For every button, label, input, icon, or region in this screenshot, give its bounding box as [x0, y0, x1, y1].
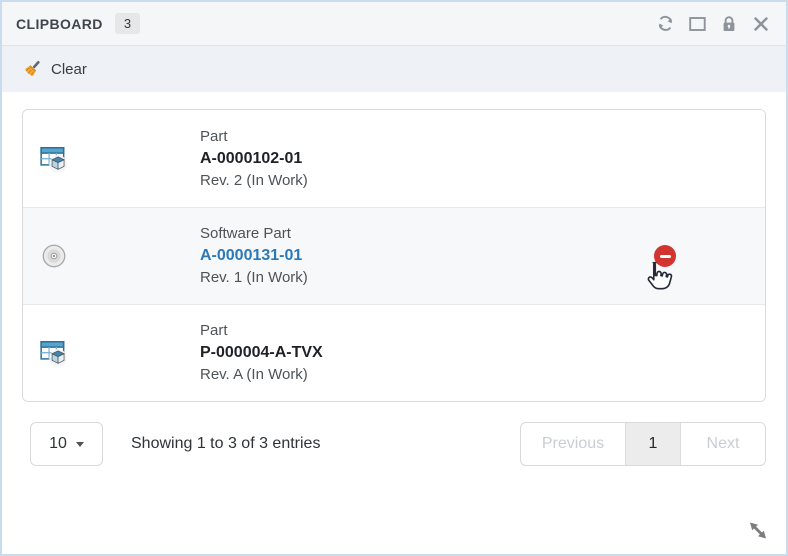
refresh-button[interactable] — [654, 13, 676, 35]
row-icon-cell — [23, 338, 200, 368]
row-text: Software Part A-0000131-01 Rev. 1 (In Wo… — [200, 223, 308, 289]
previous-page-button[interactable]: Previous — [521, 423, 625, 465]
broom-icon — [22, 59, 42, 80]
lock-icon — [721, 15, 737, 33]
popout-window-icon — [689, 16, 706, 32]
header-actions — [654, 13, 772, 35]
item-type-label: Part — [200, 126, 308, 148]
row-icon-cell — [23, 144, 200, 174]
close-button[interactable] — [750, 13, 772, 35]
part-icon — [39, 144, 69, 174]
entries-summary: Showing 1 to 3 of 3 entries — [131, 435, 320, 453]
remove-from-clipboard-icon — [660, 255, 671, 258]
row-icon-cell — [23, 241, 200, 271]
chevron-down-icon — [76, 442, 84, 447]
pagination: Previous 1 Next — [520, 422, 766, 466]
item-count-badge: 3 — [115, 13, 140, 34]
row-text: Part P-000004-A-TVX Rev. A (In Work) — [200, 320, 323, 386]
list-footer: 10 Showing 1 to 3 of 3 entries Previous … — [30, 422, 766, 466]
resize-diagonal-icon — [746, 518, 770, 542]
next-page-button[interactable]: Next — [681, 423, 765, 465]
page-size-select[interactable]: 10 — [30, 422, 103, 466]
panel-header: CLIPBOARD 3 — [2, 2, 786, 46]
item-number-link[interactable]: A-0000131-01 — [200, 245, 308, 267]
part-icon — [39, 338, 69, 368]
row-text: Part A-0000102-01 Rev. 2 (In Work) — [200, 126, 308, 192]
item-number: A-0000102-01 — [200, 148, 308, 170]
clear-button-label: Clear — [51, 61, 87, 78]
popout-window-button[interactable] — [686, 13, 708, 35]
item-revision: Rev. A (In Work) — [200, 364, 323, 386]
lock-button[interactable] — [718, 13, 740, 35]
clipboard-row-part-1[interactable]: Part A-0000102-01 Rev. 2 (In Work) — [23, 110, 765, 207]
item-type-label: Part — [200, 320, 323, 342]
clipboard-item-list: Part A-0000102-01 Rev. 2 (In Work) Softw… — [22, 109, 766, 402]
remove-from-clipboard-button[interactable] — [654, 245, 676, 267]
item-revision: Rev. 2 (In Work) — [200, 170, 308, 192]
clipboard-panel: CLIPBOARD 3 — [0, 0, 788, 556]
current-page-button[interactable]: 1 — [625, 423, 681, 465]
resize-handle[interactable] — [746, 518, 770, 547]
clipboard-toolbar: Clear — [2, 46, 786, 92]
software-part-icon — [39, 241, 69, 271]
page-size-value: 10 — [49, 435, 67, 453]
item-revision: Rev. 1 (In Work) — [200, 267, 308, 289]
clipboard-row-software-part[interactable]: Software Part A-0000131-01 Rev. 1 (In Wo… — [23, 207, 765, 304]
refresh-icon — [656, 14, 675, 33]
item-number: P-000004-A-TVX — [200, 342, 323, 364]
item-type-label: Software Part — [200, 223, 308, 245]
panel-title: CLIPBOARD — [16, 16, 103, 32]
close-icon — [753, 16, 769, 32]
clear-button[interactable]: Clear — [16, 55, 93, 84]
clipboard-row-part-2[interactable]: Part P-000004-A-TVX Rev. A (In Work) — [23, 304, 765, 401]
